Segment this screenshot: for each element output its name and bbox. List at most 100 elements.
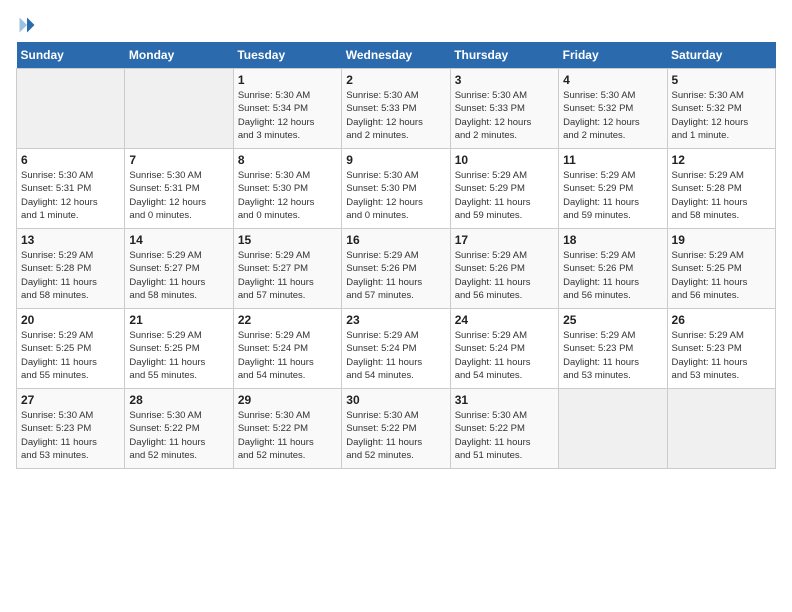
- header-saturday: Saturday: [667, 42, 775, 69]
- header-thursday: Thursday: [450, 42, 558, 69]
- logo: [16, 16, 36, 34]
- day-number: 10: [455, 153, 554, 167]
- calendar-week-5: 27 Sunrise: 5:30 AM Sunset: 5:23 PM Dayli…: [17, 389, 776, 469]
- day-number: 21: [129, 313, 228, 327]
- day-info: Sunrise: 5:30 AM Sunset: 5:33 PM Dayligh…: [455, 89, 554, 142]
- calendar-cell: 13 Sunrise: 5:29 AM Sunset: 5:28 PM Dayli…: [17, 229, 125, 309]
- calendar-cell: 11 Sunrise: 5:29 AM Sunset: 5:29 PM Dayli…: [559, 149, 667, 229]
- day-info: Sunrise: 5:30 AM Sunset: 5:22 PM Dayligh…: [129, 409, 228, 462]
- day-number: 13: [21, 233, 120, 247]
- day-info: Sunrise: 5:29 AM Sunset: 5:27 PM Dayligh…: [129, 249, 228, 302]
- day-number: 14: [129, 233, 228, 247]
- header-wednesday: Wednesday: [342, 42, 450, 69]
- calendar-cell: 20 Sunrise: 5:29 AM Sunset: 5:25 PM Dayli…: [17, 309, 125, 389]
- day-info: Sunrise: 5:29 AM Sunset: 5:25 PM Dayligh…: [129, 329, 228, 382]
- day-info: Sunrise: 5:29 AM Sunset: 5:28 PM Dayligh…: [672, 169, 771, 222]
- day-number: 15: [238, 233, 337, 247]
- calendar-cell: 17 Sunrise: 5:29 AM Sunset: 5:26 PM Dayli…: [450, 229, 558, 309]
- day-number: 5: [672, 73, 771, 87]
- day-number: 7: [129, 153, 228, 167]
- calendar-cell: 7 Sunrise: 5:30 AM Sunset: 5:31 PM Daylig…: [125, 149, 233, 229]
- day-number: 1: [238, 73, 337, 87]
- day-info: Sunrise: 5:30 AM Sunset: 5:22 PM Dayligh…: [238, 409, 337, 462]
- day-info: Sunrise: 5:30 AM Sunset: 5:33 PM Dayligh…: [346, 89, 445, 142]
- day-info: Sunrise: 5:30 AM Sunset: 5:32 PM Dayligh…: [672, 89, 771, 142]
- calendar-cell: 30Sunrise: 5:30 AM Sunset: 5:22 PM Dayli…: [342, 389, 450, 469]
- day-info: Sunrise: 5:30 AM Sunset: 5:30 PM Dayligh…: [238, 169, 337, 222]
- calendar-week-2: 6 Sunrise: 5:30 AM Sunset: 5:31 PM Daylig…: [17, 149, 776, 229]
- calendar-table: SundayMondayTuesdayWednesdayThursdayFrid…: [16, 42, 776, 469]
- calendar-cell: 10 Sunrise: 5:29 AM Sunset: 5:29 PM Dayli…: [450, 149, 558, 229]
- calendar-week-4: 20 Sunrise: 5:29 AM Sunset: 5:25 PM Dayli…: [17, 309, 776, 389]
- day-number: 23: [346, 313, 445, 327]
- day-info: Sunrise: 5:30 AM Sunset: 5:22 PM Dayligh…: [455, 409, 554, 462]
- calendar-cell: 14 Sunrise: 5:29 AM Sunset: 5:27 PM Dayli…: [125, 229, 233, 309]
- calendar-cell: 6 Sunrise: 5:30 AM Sunset: 5:31 PM Daylig…: [17, 149, 125, 229]
- day-number: 18: [563, 233, 662, 247]
- calendar-cell: 5 Sunrise: 5:30 AM Sunset: 5:32 PM Daylig…: [667, 69, 775, 149]
- day-number: 27: [21, 393, 120, 407]
- day-number: 28: [129, 393, 228, 407]
- day-info: Sunrise: 5:29 AM Sunset: 5:29 PM Dayligh…: [455, 169, 554, 222]
- calendar-cell: 1 Sunrise: 5:30 AM Sunset: 5:34 PM Daylig…: [233, 69, 341, 149]
- calendar-week-3: 13 Sunrise: 5:29 AM Sunset: 5:28 PM Dayli…: [17, 229, 776, 309]
- day-number: 24: [455, 313, 554, 327]
- page-header: [16, 16, 776, 34]
- day-number: 2: [346, 73, 445, 87]
- calendar-cell: 29 Sunrise: 5:30 AM Sunset: 5:22 PM Dayli…: [233, 389, 341, 469]
- day-info: Sunrise: 5:30 AM Sunset: 5:30 PM Dayligh…: [346, 169, 445, 222]
- logo-icon: [18, 16, 36, 34]
- calendar-cell: 19 Sunrise: 5:29 AM Sunset: 5:25 PM Dayli…: [667, 229, 775, 309]
- day-number: 6: [21, 153, 120, 167]
- day-info: Sunrise: 5:30 AM Sunset: 5:22 PM Dayligh…: [346, 409, 445, 462]
- day-number: 8: [238, 153, 337, 167]
- day-info: Sunrise: 5:29 AM Sunset: 5:24 PM Dayligh…: [455, 329, 554, 382]
- header-sunday: Sunday: [17, 42, 125, 69]
- calendar-cell: 28 Sunrise: 5:30 AM Sunset: 5:22 PM Dayli…: [125, 389, 233, 469]
- day-info: Sunrise: 5:29 AM Sunset: 5:25 PM Dayligh…: [672, 249, 771, 302]
- calendar-cell: 2 Sunrise: 5:30 AM Sunset: 5:33 PM Daylig…: [342, 69, 450, 149]
- day-info: Sunrise: 5:29 AM Sunset: 5:28 PM Dayligh…: [21, 249, 120, 302]
- day-info: Sunrise: 5:29 AM Sunset: 5:24 PM Dayligh…: [238, 329, 337, 382]
- calendar-cell: 23 Sunrise: 5:29 AM Sunset: 5:24 PM Dayli…: [342, 309, 450, 389]
- day-info: Sunrise: 5:30 AM Sunset: 5:31 PM Dayligh…: [21, 169, 120, 222]
- day-info: Sunrise: 5:30 AM Sunset: 5:23 PM Dayligh…: [21, 409, 120, 462]
- calendar-cell: 22Sunrise: 5:29 AM Sunset: 5:24 PM Dayli…: [233, 309, 341, 389]
- day-info: Sunrise: 5:29 AM Sunset: 5:26 PM Dayligh…: [455, 249, 554, 302]
- day-number: 31: [455, 393, 554, 407]
- day-number: 17: [455, 233, 554, 247]
- calendar-cell: 16Sunrise: 5:29 AM Sunset: 5:26 PM Dayli…: [342, 229, 450, 309]
- day-number: 26: [672, 313, 771, 327]
- header-tuesday: Tuesday: [233, 42, 341, 69]
- calendar-cell: 25Sunrise: 5:29 AM Sunset: 5:23 PM Dayli…: [559, 309, 667, 389]
- calendar-header-row: SundayMondayTuesdayWednesdayThursdayFrid…: [17, 42, 776, 69]
- day-info: Sunrise: 5:30 AM Sunset: 5:32 PM Dayligh…: [563, 89, 662, 142]
- day-number: 19: [672, 233, 771, 247]
- calendar-cell: 26 Sunrise: 5:29 AM Sunset: 5:23 PM Dayli…: [667, 309, 775, 389]
- calendar-cell: [17, 69, 125, 149]
- calendar-cell: [125, 69, 233, 149]
- calendar-cell: 4 Sunrise: 5:30 AM Sunset: 5:32 PM Daylig…: [559, 69, 667, 149]
- day-info: Sunrise: 5:30 AM Sunset: 5:34 PM Dayligh…: [238, 89, 337, 142]
- day-number: 11: [563, 153, 662, 167]
- calendar-cell: 9 Sunrise: 5:30 AM Sunset: 5:30 PM Daylig…: [342, 149, 450, 229]
- day-info: Sunrise: 5:29 AM Sunset: 5:29 PM Dayligh…: [563, 169, 662, 222]
- day-number: 9: [346, 153, 445, 167]
- calendar-cell: 27 Sunrise: 5:30 AM Sunset: 5:23 PM Dayli…: [17, 389, 125, 469]
- day-info: Sunrise: 5:29 AM Sunset: 5:24 PM Dayligh…: [346, 329, 445, 382]
- day-number: 20: [21, 313, 120, 327]
- calendar-cell: 15Sunrise: 5:29 AM Sunset: 5:27 PM Dayli…: [233, 229, 341, 309]
- calendar-cell: 3Sunrise: 5:30 AM Sunset: 5:33 PM Daylig…: [450, 69, 558, 149]
- day-info: Sunrise: 5:29 AM Sunset: 5:25 PM Dayligh…: [21, 329, 120, 382]
- calendar-cell: 12 Sunrise: 5:29 AM Sunset: 5:28 PM Dayli…: [667, 149, 775, 229]
- calendar-cell: 21 Sunrise: 5:29 AM Sunset: 5:25 PM Dayli…: [125, 309, 233, 389]
- day-number: 12: [672, 153, 771, 167]
- day-info: Sunrise: 5:29 AM Sunset: 5:26 PM Dayligh…: [563, 249, 662, 302]
- header-friday: Friday: [559, 42, 667, 69]
- calendar-cell: 31 Sunrise: 5:30 AM Sunset: 5:22 PM Dayli…: [450, 389, 558, 469]
- day-number: 29: [238, 393, 337, 407]
- day-number: 4: [563, 73, 662, 87]
- day-info: Sunrise: 5:30 AM Sunset: 5:31 PM Dayligh…: [129, 169, 228, 222]
- day-info: Sunrise: 5:29 AM Sunset: 5:23 PM Dayligh…: [672, 329, 771, 382]
- day-info: Sunrise: 5:29 AM Sunset: 5:26 PM Dayligh…: [346, 249, 445, 302]
